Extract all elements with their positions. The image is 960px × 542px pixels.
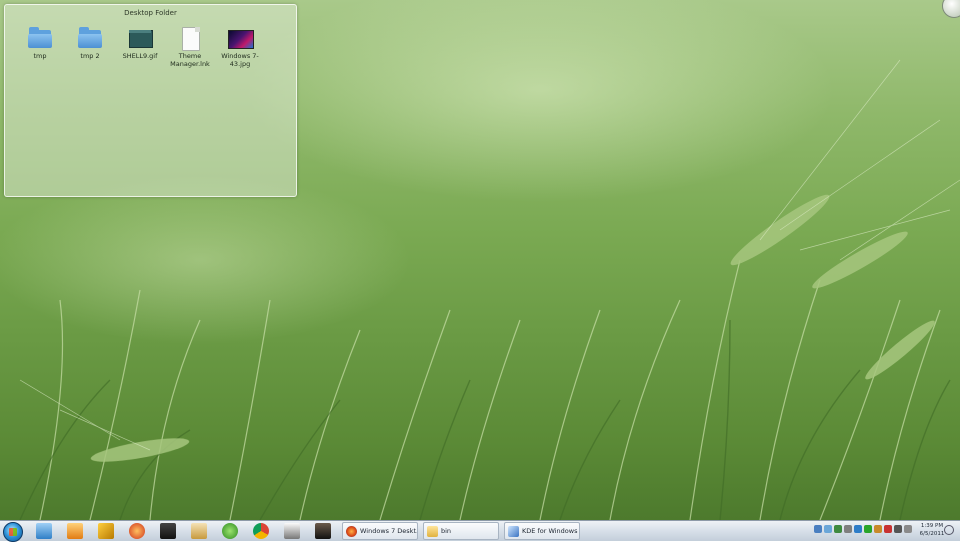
gif-file-icon <box>128 27 153 49</box>
alert-icon[interactable] <box>884 525 892 533</box>
pen-icon <box>508 525 519 537</box>
item-label: Windows 7-43.jpg <box>221 52 259 68</box>
image-file-icon <box>228 27 254 49</box>
shortcut-file-icon <box>178 27 202 51</box>
winamp-icon[interactable] <box>98 523 114 539</box>
show-desktop-button[interactable] <box>944 525 954 535</box>
task-label: Windows 7 Deskt... <box>360 527 418 535</box>
terminal-icon[interactable] <box>315 523 331 539</box>
widget-title: Desktop Folder <box>124 9 177 17</box>
item-label: SHELL9.gif <box>122 52 158 60</box>
firefox-icon <box>346 525 357 537</box>
desktop-item-shell9-gif[interactable]: SHELL9.gif <box>113 27 167 60</box>
desktop-item-tmp[interactable]: tmp <box>13 27 67 60</box>
desktop-folder-widget: Desktop Folder tmp tmp 2 SHELL9.gif Them… <box>4 4 297 197</box>
taskbar-item-bin[interactable]: bin <box>423 522 499 540</box>
desktop-item-theme-manager[interactable]: Theme Manager.lnk <box>163 27 217 68</box>
antivirus-icon[interactable] <box>864 525 872 533</box>
folder-icon <box>28 27 52 49</box>
word-icon[interactable] <box>191 523 207 539</box>
calculator-icon[interactable] <box>284 523 300 539</box>
item-label: tmp <box>33 52 47 60</box>
explorer-icon[interactable] <box>36 523 52 539</box>
volume-icon[interactable] <box>904 525 912 533</box>
desktop-wallpaper: Desktop Folder tmp tmp 2 SHELL9.gif Them… <box>0 0 960 520</box>
security-icon[interactable] <box>834 525 842 533</box>
taskbar-item-windows-7-desktop[interactable]: Windows 7 Deskt... <box>342 522 418 540</box>
bluetooth-icon[interactable] <box>824 525 832 533</box>
desktop-item-windows-7-jpg[interactable]: Windows 7-43.jpg <box>213 27 267 68</box>
taskbar-item-kde-for-windows[interactable]: KDE for Windows ... <box>504 522 580 540</box>
task-label: KDE for Windows ... <box>522 527 580 535</box>
ccleaner-icon[interactable] <box>129 523 145 539</box>
folder-icon <box>78 27 102 49</box>
desktop-item-tmp-2[interactable]: tmp 2 <box>63 27 117 60</box>
chat-icon[interactable] <box>894 525 902 533</box>
item-label: Theme Manager.lnk <box>170 52 210 68</box>
taskbar: Windows 7 Deskt... bin KDE for Windows .… <box>0 520 960 542</box>
utorrent-icon[interactable] <box>222 523 238 539</box>
monitor-icon[interactable] <box>844 525 852 533</box>
update-icon[interactable] <box>854 525 862 533</box>
folder-icon <box>427 525 438 537</box>
media-player-icon[interactable] <box>67 523 83 539</box>
task-label: bin <box>441 527 452 535</box>
item-label: tmp 2 <box>80 52 100 60</box>
power-icon[interactable] <box>874 525 882 533</box>
start-button[interactable] <box>3 522 23 542</box>
shield-icon[interactable] <box>160 523 176 539</box>
chrome-icon[interactable] <box>253 523 269 539</box>
network-icon[interactable] <box>814 525 822 533</box>
